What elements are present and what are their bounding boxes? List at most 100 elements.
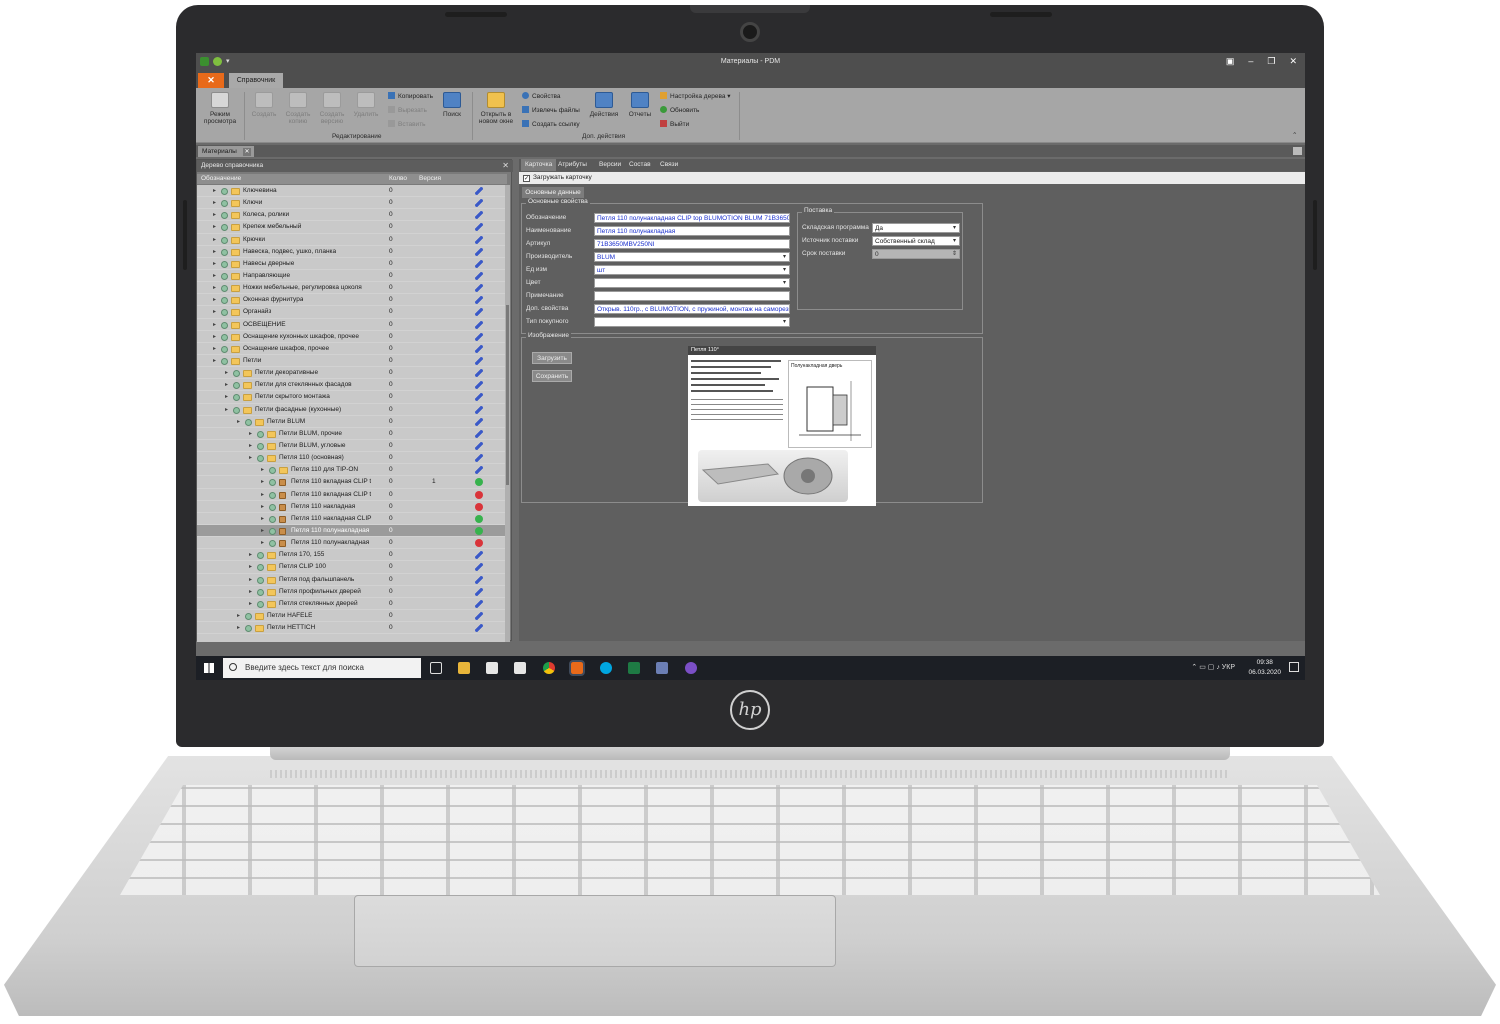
tree-row[interactable]: ▸ Петля 110 полунакладная 0 xyxy=(197,537,507,550)
volume-icon[interactable]: ♪ xyxy=(1216,664,1220,671)
tree-row[interactable]: ▸ Петля 110 вкладная CLIP t 0 1 xyxy=(197,476,507,489)
edit-pencil-icon[interactable] xyxy=(475,417,483,426)
edit-pencil-icon[interactable] xyxy=(475,247,483,256)
edit-pencil-icon[interactable] xyxy=(475,599,483,608)
reports-button[interactable]: Отчеты xyxy=(622,92,658,118)
tree-row[interactable]: ▸ Петли декоративные 0 xyxy=(197,367,507,380)
tab-reference[interactable]: Справочник xyxy=(229,73,283,88)
expand-arrow-icon[interactable]: ▸ xyxy=(213,343,216,355)
taskbar-search-input[interactable]: Введите здесь текст для поиска xyxy=(223,658,421,678)
tree-row[interactable]: ▸ Петли HETTICH 0 xyxy=(197,622,507,635)
edit-pencil-icon[interactable] xyxy=(475,356,483,365)
field-input[interactable]: 71B3650MBV250NI xyxy=(594,239,790,249)
field-input[interactable]: шт ▾ xyxy=(594,265,790,275)
tree-row[interactable]: ▸ Ключевина 0 xyxy=(197,185,507,198)
expand-arrow-icon[interactable]: ▸ xyxy=(225,404,228,416)
field-input[interactable]: ▾ xyxy=(594,278,790,288)
card-tab[interactable]: Связи xyxy=(660,161,678,168)
properties-button[interactable]: Свойства xyxy=(522,92,561,100)
delete-button[interactable]: Удалить xyxy=(348,92,384,118)
close-icon[interactable]: ✕ xyxy=(1289,56,1297,67)
expand-arrow-icon[interactable]: ▸ xyxy=(249,428,252,440)
tree-row[interactable]: ▸ Крепеж мебельный 0 xyxy=(197,221,507,234)
create-link-button[interactable]: Создать ссылку xyxy=(522,120,580,128)
edit-pencil-icon[interactable] xyxy=(475,551,483,560)
maximize-icon[interactable]: ❐ xyxy=(1267,56,1275,67)
notifications-icon[interactable] xyxy=(1289,662,1299,672)
excel-icon[interactable] xyxy=(628,662,640,674)
load-card-checkbox[interactable]: ✓ Загружать карточку xyxy=(519,172,1305,184)
create-copy-button[interactable]: Создать копию xyxy=(280,92,316,125)
edit-pencil-icon[interactable] xyxy=(475,429,483,438)
status-error-icon[interactable] xyxy=(475,539,483,548)
tree-row[interactable]: ▸ Колеса, ролики 0 xyxy=(197,209,507,222)
expand-arrow-icon[interactable]: ▸ xyxy=(249,561,252,573)
expand-arrow-icon[interactable]: ▸ xyxy=(249,452,252,464)
restore-ribbon-icon[interactable]: ▣ xyxy=(1226,56,1235,67)
expand-arrow-icon[interactable]: ▸ xyxy=(213,221,216,233)
edit-pencil-icon[interactable] xyxy=(475,624,483,633)
expand-arrow-icon[interactable]: ▸ xyxy=(213,246,216,258)
edit-pencil-icon[interactable] xyxy=(475,211,483,220)
tree-row[interactable]: ▸ Петля 110 накладная 0 xyxy=(197,501,507,513)
edit-pencil-icon[interactable] xyxy=(475,199,483,208)
tab-materials[interactable]: Материалы ✕ xyxy=(198,146,254,157)
refresh-button[interactable]: Обновить xyxy=(660,106,699,114)
edit-pencil-icon[interactable] xyxy=(475,344,483,353)
language-indicator[interactable]: УКР xyxy=(1222,664,1235,671)
actions-button[interactable]: Действия xyxy=(586,92,622,118)
expand-arrow-icon[interactable]: ▸ xyxy=(261,464,264,476)
card-tab[interactable]: Атрибуты xyxy=(558,161,587,168)
tree-row[interactable]: ▸ Петли фасадные (кухонные) 0 xyxy=(197,404,507,416)
tree-row[interactable]: ▸ Оснащение шкафов, прочее 0 xyxy=(197,343,507,355)
edit-pencil-icon[interactable] xyxy=(475,223,483,232)
mail-icon[interactable] xyxy=(514,662,526,674)
edit-pencil-icon[interactable] xyxy=(475,611,483,620)
network-icon[interactable]: ▢ xyxy=(1208,664,1215,671)
tree-row[interactable]: ▸ Петля 110 полунакладная 0 xyxy=(197,524,507,538)
expand-arrow-icon[interactable]: ▸ xyxy=(213,282,216,294)
column-name[interactable]: Обозначение xyxy=(201,174,241,184)
tree-row[interactable]: ▸ Петля 110 для TIP-ON 0 xyxy=(197,464,507,477)
app-menu-button[interactable]: ✕ xyxy=(198,73,224,88)
expand-arrow-icon[interactable]: ▸ xyxy=(249,574,252,586)
edit-pencil-icon[interactable] xyxy=(475,369,483,378)
edit-pencil-icon[interactable] xyxy=(475,441,483,450)
edit-pencil-icon[interactable] xyxy=(475,259,483,268)
documents-menu-icon[interactable] xyxy=(1293,147,1302,155)
tree-row[interactable]: ▸ Петли BLUM, угловые 0 xyxy=(197,440,507,453)
card-tab[interactable]: Состав xyxy=(629,161,651,168)
column-count[interactable]: Колво xyxy=(389,174,407,184)
expand-arrow-icon[interactable]: ▸ xyxy=(261,525,264,537)
edit-pencil-icon[interactable] xyxy=(475,284,483,293)
tree-row[interactable]: ▸ Петля 110 вкладная CLIP t 0 xyxy=(197,489,507,501)
checkbox-icon[interactable]: ✓ xyxy=(523,175,530,182)
card-tab[interactable]: Версии xyxy=(599,161,621,168)
expand-arrow-icon[interactable]: ▸ xyxy=(261,501,264,513)
tree-row[interactable]: ▸ Петли 0 xyxy=(197,355,507,368)
edit-pencil-icon[interactable] xyxy=(475,187,483,195)
edit-pencil-icon[interactable] xyxy=(475,466,483,475)
expand-arrow-icon[interactable]: ▸ xyxy=(225,367,228,379)
edit-pencil-icon[interactable] xyxy=(475,563,483,572)
load-image-button[interactable]: Загрузить xyxy=(532,352,572,364)
expand-arrow-icon[interactable]: ▸ xyxy=(249,598,252,610)
tree-row[interactable]: ▸ Петля CLIP 100 0 xyxy=(197,561,507,574)
supply-field-input[interactable]: Да ▾ xyxy=(872,223,960,233)
expand-arrow-icon[interactable]: ▸ xyxy=(213,209,216,221)
edit-pencil-icon[interactable] xyxy=(475,587,483,596)
field-input[interactable] xyxy=(594,291,790,301)
edit-pencil-icon[interactable] xyxy=(475,393,483,402)
viber-icon[interactable] xyxy=(685,662,697,674)
dropdown-arrow-icon[interactable]: ▾ xyxy=(781,280,788,287)
field-input[interactable]: Петля 110 полунакладная CLIP top BLUMOTI… xyxy=(594,213,790,223)
view-mode-button[interactable]: Режим просмотра xyxy=(200,92,240,125)
tree-row[interactable]: ▸ Органайз 0 xyxy=(197,306,507,319)
field-input[interactable]: Петля 110 полунакладная xyxy=(594,226,790,236)
tree-row[interactable]: ▸ Навесы дверные 0 xyxy=(197,258,507,270)
remote-desktop-icon[interactable] xyxy=(656,662,668,674)
tree-row[interactable]: ▸ Петля стеклянных дверей 0 xyxy=(197,598,507,610)
tree-row[interactable]: ▸ Петли HAFELE 0 xyxy=(197,610,507,623)
close-panel-icon[interactable]: ✕ xyxy=(502,160,509,172)
expand-arrow-icon[interactable]: ▸ xyxy=(213,319,216,331)
